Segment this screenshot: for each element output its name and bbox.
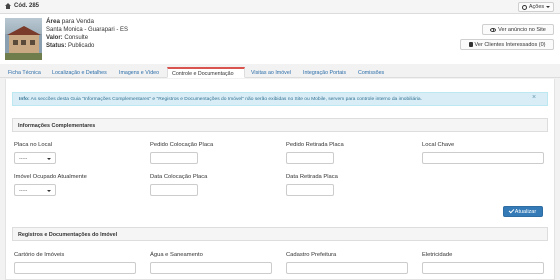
close-icon[interactable]: × [532, 94, 536, 101]
property-code-text: Cód. 285 [14, 3, 40, 9]
select-placa-no-local[interactable]: ----- [14, 152, 56, 164]
input-cartorio[interactable] [14, 262, 136, 274]
view-on-site-button[interactable]: Ver anúncio no Site [482, 24, 554, 35]
input-eletricidade[interactable] [422, 262, 544, 274]
tab-comissoes[interactable]: Comissões [354, 67, 388, 78]
property-location: Santa Monica - Guarapari - ES [46, 27, 129, 33]
input-data-retirada-placa[interactable] [286, 184, 334, 196]
tab-localizacao[interactable]: Localização e Detalhes [48, 67, 111, 78]
property-info: Área para Venda Santa Monica - Guarapari… [46, 18, 128, 50]
tab-ficha-tecnica[interactable]: Ficha Técnica [4, 67, 45, 78]
select-imovel-ocupado[interactable]: ----- [14, 184, 56, 196]
thumbs-up-icon [468, 42, 473, 47]
label-data-colocacao-placa: Data Colocação Placa [150, 174, 208, 180]
top-bar [0, 0, 560, 14]
update-button[interactable]: Atualizar [503, 206, 543, 217]
label-placa-no-local: Placa no Local [14, 142, 53, 148]
tab-visitas[interactable]: Visitas ao Imóvel [247, 67, 295, 78]
eye-icon [490, 27, 497, 32]
property-thumbnail[interactable] [5, 18, 42, 60]
input-pedido-colocacao-placa[interactable] [150, 152, 198, 164]
property-code: Cód. 285 [5, 3, 39, 9]
label-cartorio: Cartório de Imóveis [14, 252, 65, 258]
section-header-registros: Registros e Documentações do Imóvel [12, 227, 548, 241]
input-local-chave[interactable] [422, 152, 544, 164]
label-agua-saneamento: Água e Saneamento [150, 252, 203, 258]
actions-dropdown-button[interactable]: Ações [518, 2, 554, 12]
input-agua-saneamento[interactable] [150, 262, 272, 274]
info-alert: Info: As seccões desta Guia "Informações… [12, 92, 548, 106]
tab-controle-documentacao[interactable]: Controle e Documentação [167, 67, 245, 78]
input-cadastro-prefeitura[interactable] [286, 262, 408, 274]
property-title: Área para Venda [46, 18, 94, 25]
property-value: Valor: Consulte [46, 35, 89, 41]
wrench-icon [521, 4, 527, 10]
label-pedido-retirada-placa: Pedido Retirada Placa [286, 142, 344, 148]
check-icon [508, 207, 515, 214]
caret-down-icon [546, 6, 551, 8]
section-header-info: Informações Complementares [12, 118, 548, 132]
tab-content-panel [5, 79, 555, 280]
label-local-chave: Local Chave [422, 142, 455, 148]
input-data-colocacao-placa[interactable] [150, 184, 198, 196]
label-eletricidade: Eletricidade [422, 252, 453, 258]
home-icon [5, 3, 11, 9]
label-cadastro-prefeitura: Cadastro Prefeitura [286, 252, 337, 258]
label-data-retirada-placa: Data Retirada Placa [286, 174, 338, 180]
actions-label: Ações [528, 4, 545, 10]
label-pedido-colocacao-placa: Pedido Colocação Placa [150, 142, 214, 148]
input-pedido-retirada-placa[interactable] [286, 152, 334, 164]
view-interested-clients-button[interactable]: Ver Clientes Interessados (0) [460, 39, 554, 50]
property-status: Status: Publicado [46, 43, 95, 49]
tab-integracao-portais[interactable]: Integração Portais [299, 67, 350, 78]
label-imovel-ocupado: Imóvel Ocupado Atualmente [14, 174, 87, 180]
tab-imagens-video[interactable]: Imagens e Vídeo [115, 67, 163, 78]
